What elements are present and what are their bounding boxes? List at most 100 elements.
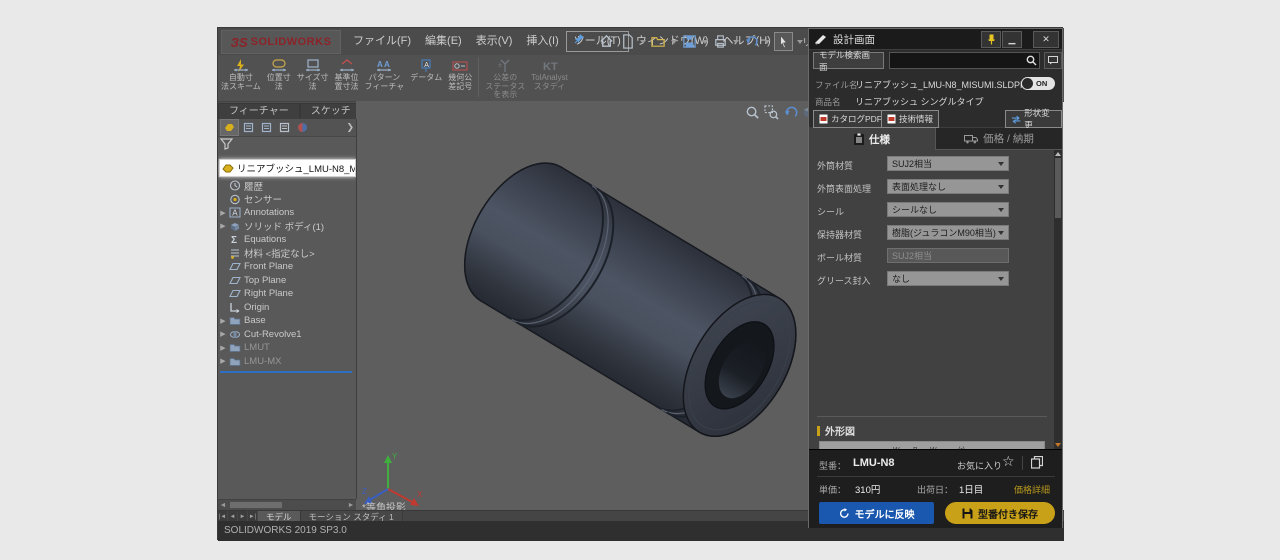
expand-arrow-icon[interactable]: ▶ xyxy=(218,330,228,338)
tech-info-button[interactable]: 技術情報 xyxy=(881,110,939,128)
filter-funnel-icon[interactable] xyxy=(220,138,233,150)
dropdown-caret-icon[interactable] xyxy=(764,40,770,44)
panel-tabs: 仕様 価格 / 納期 xyxy=(809,128,1062,150)
model-search-screen-button[interactable]: モデル検索画面 xyxy=(813,52,884,69)
toggle-label: ON xyxy=(1036,79,1047,88)
spec-row-2: シールシールなし xyxy=(809,202,1054,220)
expand-arrow-icon[interactable]: ▶ xyxy=(218,357,228,365)
panel-scrollbar[interactable] xyxy=(1054,150,1062,449)
rollback-bar[interactable] xyxy=(220,371,352,373)
manager-tab-dimxpert-manager[interactable] xyxy=(276,120,293,135)
tree-item-topplane[interactable]: Top Plane xyxy=(218,274,356,288)
swap-arrows-icon xyxy=(1011,115,1021,124)
dropdown-caret-icon[interactable] xyxy=(702,40,708,44)
ribbon-button-location-dimension[interactable]: 位置寸 法 xyxy=(264,55,294,101)
panel-pin-button[interactable] xyxy=(981,31,1001,48)
tree-item-frontplane[interactable]: Front Plane xyxy=(218,260,356,274)
dropdown-caret-icon[interactable] xyxy=(671,40,677,44)
manager-tabs-expand-icon[interactable]: ❯ xyxy=(346,122,357,133)
tree-item-annotations[interactable]: ▶AAnnotations xyxy=(218,206,356,220)
menu-ファイルF[interactable]: ファイル(F) xyxy=(346,31,418,52)
manager-tab-property-manager[interactable] xyxy=(240,120,257,135)
comment-icon[interactable] xyxy=(1044,52,1062,69)
tab-spec[interactable]: 仕様 xyxy=(809,128,935,150)
ribbon-button-pattern-feature[interactable]: AAパターン フィーチャ xyxy=(362,55,408,101)
svg-text:KT: KT xyxy=(543,61,558,73)
triad-z-label: Z xyxy=(362,487,367,496)
ribbon-button-auto-dimension[interactable]: 自動寸 法スキーム xyxy=(218,55,264,101)
expand-arrow-icon[interactable]: ▶ xyxy=(218,344,228,352)
field-select[interactable]: なし xyxy=(887,271,1009,286)
reflect-to-model-button[interactable]: モデルに反映 xyxy=(819,502,934,524)
field-select[interactable]: シールなし xyxy=(887,202,1009,217)
shape-change-button[interactable]: 形状変更 xyxy=(1005,110,1062,128)
cmd-tab-スケッチ[interactable]: スケッチ xyxy=(300,103,362,120)
panel-scrollbar-thumb[interactable] xyxy=(1055,158,1061,218)
manager-tab-feature-tree[interactable] xyxy=(220,119,239,136)
search-icon[interactable] xyxy=(1026,55,1037,66)
pin-menu-icon[interactable] xyxy=(574,33,585,44)
tree-item-[interactable]: センサー xyxy=(218,193,356,207)
size-dimension-icon xyxy=(304,57,322,74)
expand-arrow-icon[interactable]: ▶ xyxy=(218,317,228,325)
section-title: 外形図 xyxy=(825,423,855,438)
tree-item-rightplane[interactable]: Right Plane xyxy=(218,287,356,301)
tree-item-base[interactable]: ▶Base xyxy=(218,314,356,328)
manager-tab-configuration-manager[interactable] xyxy=(258,120,275,135)
tree-item-lmu-mx[interactable]: ▶LMU-MX xyxy=(218,355,356,369)
select-caret-icon xyxy=(998,277,1004,281)
menu-挿入I[interactable]: 挿入(I) xyxy=(519,31,565,52)
ribbon-button-size-dimension[interactable]: サイズ寸 法 xyxy=(294,55,332,101)
select-cursor-icon[interactable] xyxy=(774,32,793,51)
print-icon[interactable] xyxy=(712,33,729,50)
tree-item-[interactable]: 材料 <指定なし> xyxy=(218,247,356,261)
copy-icon[interactable] xyxy=(1031,456,1043,469)
panel-minimize-button[interactable]: ▁ xyxy=(1002,31,1022,48)
dropdown-caret-icon[interactable] xyxy=(640,40,646,44)
on-toggle[interactable]: ON xyxy=(1021,77,1055,90)
tree-horizontal-scrollbar[interactable]: ◄ ► xyxy=(218,499,356,510)
tree-root-item-highlighted[interactable]: リニアブッシュ_LMU-N8_MISUMI (Default< xyxy=(219,159,356,177)
tree-item-cut-revolve1[interactable]: ▶Cut-Revolve1 xyxy=(218,328,356,342)
expand-arrow-icon[interactable]: ▶ xyxy=(218,209,228,217)
tab-price-delivery[interactable]: 価格 / 納期 xyxy=(935,128,1062,150)
catalog-pdf-button[interactable]: カタログPDF xyxy=(813,110,888,128)
price-detail-link[interactable]: 価格詳細 xyxy=(1014,483,1050,496)
panel-close-button[interactable]: ✕ xyxy=(1033,31,1059,48)
tree-item-lmut[interactable]: ▶LMUT xyxy=(218,341,356,355)
menu-編集E[interactable]: 編集(E) xyxy=(418,31,469,52)
save-icon[interactable] xyxy=(681,33,698,50)
manager-tab-display-manager[interactable] xyxy=(294,120,311,135)
unit-price-value: 310円 xyxy=(855,482,880,496)
field-select[interactable]: 樹脂(ジュラコンM90相当) xyxy=(887,225,1009,240)
scroll-right-icon[interactable]: ► xyxy=(346,502,356,509)
scrollbar-thumb[interactable] xyxy=(230,502,282,508)
save-with-model-number-button[interactable]: 型番付き保存 xyxy=(945,502,1055,524)
search-input[interactable] xyxy=(890,54,1027,68)
open-icon[interactable] xyxy=(650,33,667,50)
ribbon-button-geometric-tolerance[interactable]: 幾何公 差記号 xyxy=(445,55,475,101)
scroll-left-icon[interactable]: ◄ xyxy=(218,502,228,509)
scroll-up-icon[interactable] xyxy=(1055,152,1061,156)
home-icon[interactable] xyxy=(598,33,615,50)
field-label: ボール材質 xyxy=(817,251,862,264)
undo-icon[interactable] xyxy=(743,33,760,50)
menu-表示V[interactable]: 表示(V) xyxy=(469,31,520,52)
tolerance-status-icon: ± xyxy=(496,57,514,74)
favorite-star-icon[interactable]: ☆ xyxy=(1002,453,1015,470)
dropdown-caret-icon[interactable] xyxy=(733,40,739,44)
select-caret-icon xyxy=(998,185,1004,189)
expand-arrow-icon[interactable]: ▶ xyxy=(218,222,228,230)
tree-item-origin[interactable]: Origin xyxy=(218,301,356,315)
scroll-down-icon[interactable] xyxy=(1055,443,1061,447)
field-select[interactable]: 表面処理なし xyxy=(887,179,1009,194)
cmd-tab-フィーチャー[interactable]: フィーチャー xyxy=(218,103,300,120)
new-document-icon[interactable] xyxy=(619,33,636,50)
tree-item-[interactable]: 履歴 xyxy=(218,179,356,193)
ribbon-button-datum-dimension[interactable]: 基準位 置寸法 xyxy=(332,55,362,101)
tree-item-equations[interactable]: ΣEquations xyxy=(218,233,356,247)
datum-dimension-icon xyxy=(338,57,356,74)
field-select[interactable]: SUJ2相当 xyxy=(887,156,1009,171)
ribbon-button-datum[interactable]: Aデータム xyxy=(407,55,445,101)
tree-item-1[interactable]: ▶ソリッド ボディ(1) xyxy=(218,220,356,234)
